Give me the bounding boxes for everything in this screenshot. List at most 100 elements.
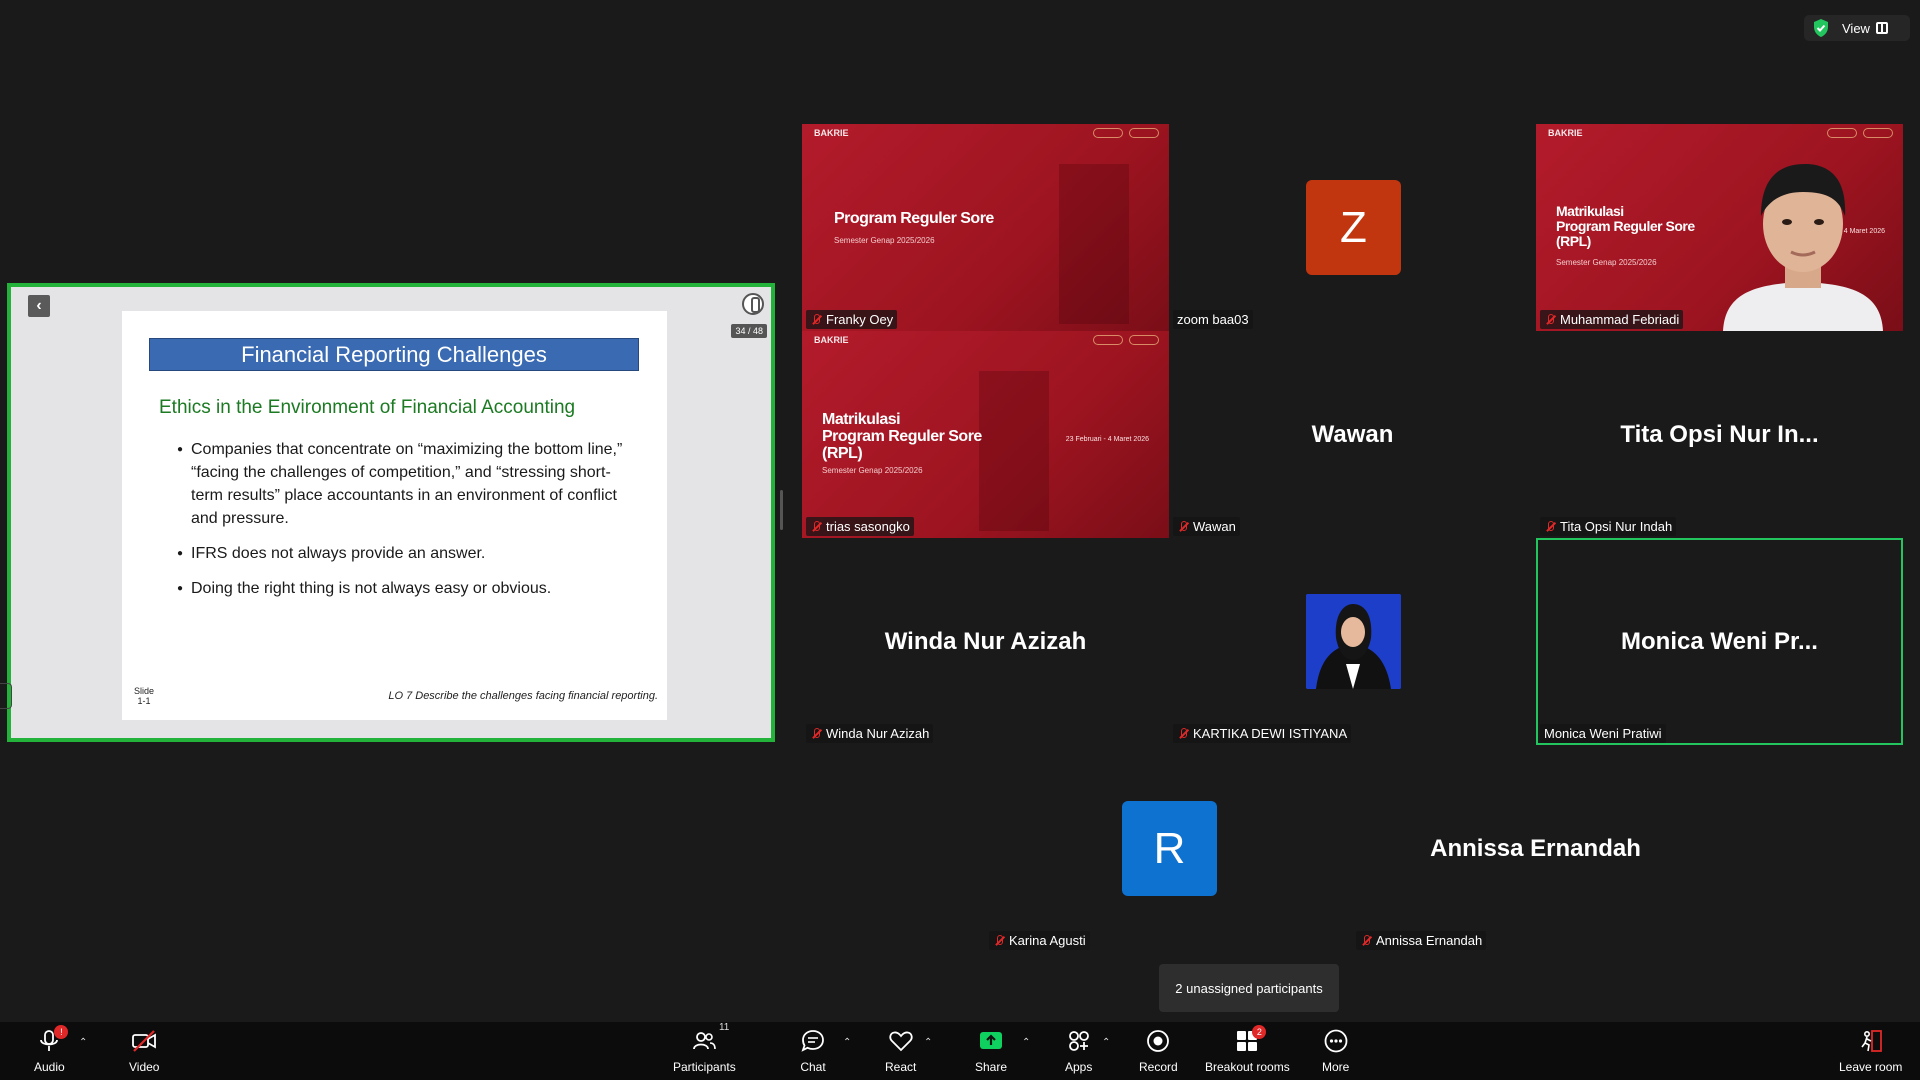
- participant-name-text: Muhammad Febriadi: [1560, 312, 1680, 327]
- participant-display-name: Monica Weni Pr...: [1621, 627, 1818, 655]
- participant-name: Tita Opsi Nur Indah: [1540, 517, 1677, 536]
- building-graphic: [979, 371, 1049, 531]
- mic-muted-icon: [1177, 520, 1189, 533]
- mic-muted-icon: [993, 934, 1005, 947]
- slide-bullet: IFRS does not always provide an answer.: [177, 542, 627, 565]
- record-button[interactable]: Record: [1139, 1028, 1178, 1074]
- chevron-up-icon[interactable]: ⌃: [1102, 1037, 1112, 1048]
- record-icon: [1145, 1028, 1171, 1054]
- participant-name-text: Wawan: [1193, 519, 1236, 534]
- program-title: Program Reguler Sore: [834, 210, 994, 227]
- react-button[interactable]: React: [885, 1028, 916, 1074]
- participant-name: Monica Weni Pratiwi: [1540, 724, 1666, 743]
- side-panel-handle[interactable]: [0, 683, 12, 709]
- audio-button[interactable]: ! Audio: [34, 1025, 69, 1074]
- participant-tile-winda[interactable]: Winda Nur Azizah Winda Nur Azizah: [802, 538, 1169, 745]
- video-off-icon: [131, 1028, 157, 1054]
- slide-number-value: 1-1: [137, 696, 151, 706]
- participant-name-text: Franky Oey: [826, 312, 894, 327]
- slide-number: Slide 1-1: [134, 686, 154, 706]
- mic-muted-icon: [1177, 727, 1189, 740]
- share-screen-icon: [978, 1028, 1004, 1054]
- program-title-line: Matrikulasi: [1556, 203, 1624, 219]
- participant-name: trias sasongko: [806, 517, 914, 536]
- leave-room-label: Leave room: [1839, 1060, 1903, 1074]
- participant-tile-karina[interactable]: R Karina Agusti: [985, 745, 1352, 952]
- program-title-line: Program Reguler Sore: [822, 428, 982, 445]
- slide-title: Financial Reporting Challenges: [149, 338, 639, 371]
- participant-tile-febriadi[interactable]: BAKRIE Matrikulasi Program Reguler Sore …: [1536, 124, 1903, 331]
- chevron-up-icon[interactable]: ⌃: [79, 1037, 89, 1048]
- record-label: Record: [1139, 1060, 1178, 1074]
- react-icon: [888, 1028, 914, 1054]
- participants-label: Participants: [673, 1060, 736, 1074]
- participant-name-text: Karina Agusti: [1009, 933, 1086, 948]
- breakout-rooms-button[interactable]: 2 Breakout rooms: [1205, 1025, 1290, 1074]
- video-label: Video: [129, 1060, 160, 1074]
- participant-tile-monica[interactable]: Monica Weni Pr... Monica Weni Pratiwi: [1536, 538, 1903, 745]
- back-arrow-icon[interactable]: ‹: [28, 295, 50, 317]
- participants-count: 11: [718, 1022, 730, 1033]
- program-subtitle: Semester Genap 2025/2026: [822, 466, 923, 475]
- more-button[interactable]: More: [1322, 1028, 1349, 1074]
- program-title-line: Program Reguler Sore: [1556, 218, 1695, 234]
- view-label[interactable]: View: [1842, 21, 1870, 36]
- program-subtitle: Semester Genap 2025/2026: [834, 236, 935, 245]
- more-icon: [1323, 1028, 1349, 1054]
- slide-bullets: Companies that concentrate on “maximizin…: [177, 438, 627, 612]
- partner-badges: [1089, 335, 1159, 347]
- view-icon[interactable]: [1875, 22, 1888, 34]
- participant-tile-zoom-baa03[interactable]: Z zoom baa03: [1169, 124, 1536, 331]
- participants-button[interactable]: 11 Participants: [673, 1022, 736, 1074]
- participant-tile-trias[interactable]: BAKRIE Matrikulasi Program Reguler Sore …: [802, 331, 1169, 538]
- breakout-rooms-label: Breakout rooms: [1205, 1060, 1290, 1074]
- participant-display-name: Winda Nur Azizah: [884, 627, 1087, 655]
- slide-bullet: Companies that concentrate on “maximizin…: [177, 438, 627, 530]
- slide-number-label: Slide: [134, 686, 155, 696]
- chevron-up-icon[interactable]: ⌃: [924, 1037, 934, 1048]
- participant-name: Karina Agusti: [989, 931, 1090, 950]
- avatar: R: [1122, 801, 1217, 896]
- program-title: Matrikulasi Program Reguler Sore (RPL): [1556, 204, 1695, 249]
- avatar: Z: [1306, 180, 1401, 275]
- mic-muted-icon: [810, 313, 822, 326]
- presentation-slide: Financial Reporting Challenges Ethics in…: [122, 311, 667, 720]
- participants-icon: 11: [691, 1022, 729, 1054]
- video-button[interactable]: Video: [129, 1028, 159, 1074]
- chat-button[interactable]: Chat: [800, 1028, 826, 1074]
- mic-muted-icon: [810, 727, 822, 740]
- apps-button[interactable]: Apps: [1065, 1028, 1092, 1074]
- annotate-icon[interactable]: [742, 293, 764, 315]
- shield-icon[interactable]: [1812, 18, 1830, 38]
- apps-label: Apps: [1065, 1060, 1093, 1074]
- building-graphic: [1059, 164, 1129, 324]
- program-title: Matrikulasi Program Reguler Sore (RPL): [822, 411, 982, 462]
- mic-muted-icon: [810, 520, 822, 533]
- participant-tile-annissa[interactable]: Annissa Ernandah Annissa Ernandah: [1352, 745, 1719, 952]
- program-title-line: (RPL): [822, 445, 863, 462]
- participant-tile-tita[interactable]: Tita Opsi Nur In... Tita Opsi Nur Indah: [1536, 331, 1903, 538]
- participant-photo: [1306, 594, 1401, 689]
- partner-badges: [1089, 128, 1159, 140]
- react-label: React: [885, 1060, 917, 1074]
- participant-tile-franky[interactable]: BAKRIE Program Reguler Sore Semester Gen…: [802, 124, 1169, 331]
- resize-handle[interactable]: [780, 490, 783, 530]
- share-button[interactable]: Share: [975, 1028, 1007, 1074]
- participant-tile-wawan[interactable]: Wawan Wawan: [1169, 331, 1536, 538]
- chevron-up-icon[interactable]: ⌃: [1022, 1037, 1032, 1048]
- slide-bullet: Doing the right thing is not always easy…: [177, 577, 627, 600]
- learning-objective: LO 7 Describe the challenges facing fina…: [388, 690, 658, 702]
- participant-name: Muhammad Febriadi: [1540, 310, 1684, 329]
- bakrie-logo: BAKRIE: [814, 128, 849, 138]
- leave-room-button[interactable]: Leave room: [1839, 1028, 1902, 1074]
- mic-icon: !: [36, 1025, 69, 1054]
- breakout-badge: 2: [1252, 1025, 1267, 1039]
- participant-tile-kartika[interactable]: KARTIKA DEWI ISTIYANA: [1169, 538, 1536, 745]
- view-control[interactable]: View: [1804, 15, 1910, 41]
- participant-video: [1723, 164, 1883, 331]
- mic-muted-icon: [1544, 520, 1556, 533]
- chevron-up-icon[interactable]: ⌃: [843, 1037, 853, 1048]
- participant-display-name: Wawan: [1311, 420, 1394, 448]
- participant-name: KARTIKA DEWI ISTIYANA: [1173, 724, 1352, 743]
- program-title-line: (RPL): [1556, 233, 1591, 249]
